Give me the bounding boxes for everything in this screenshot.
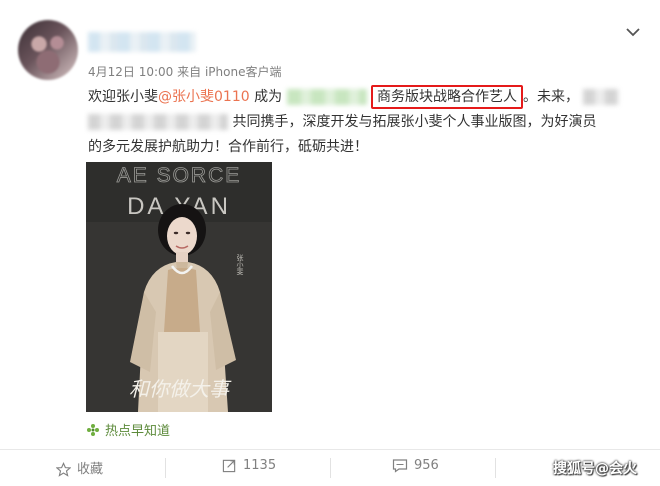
post-line-1: 欢迎张小斐@张小斐0110 成为 商务版块战略合作艺人 。未来，	[88, 85, 620, 110]
topic-tag[interactable]: 热点早知道	[86, 420, 170, 439]
comment-count: 956	[414, 458, 439, 473]
star-icon	[55, 462, 72, 477]
repost-icon	[222, 459, 236, 473]
post-line-3-text: 的多元发展护航助力！合作前行，砥砺共进！	[88, 139, 368, 155]
post-source: 来自 iPhone客户端	[177, 65, 282, 79]
repost-count: 1135	[243, 458, 277, 473]
poster-headline-top: AE SORCE	[117, 164, 242, 187]
action-separator	[165, 458, 166, 478]
favorite-label: 收藏	[77, 462, 104, 477]
topic-label[interactable]: 热点早知道	[105, 424, 170, 439]
post-photo[interactable]: AE SORCE DA YAN 张小斐 和你做大事	[86, 162, 272, 412]
action-bar-divider	[0, 449, 660, 450]
repost-button[interactable]: 1135	[222, 458, 276, 478]
favorite-button[interactable]: 收藏	[55, 458, 104, 478]
poster-image: AE SORCE DA YAN 张小斐 和你做大事	[86, 162, 272, 412]
post-meta: 4月12日 10:00 来自 iPhone客户端	[88, 63, 281, 80]
post-become-text: 成为	[249, 89, 283, 105]
poster-script-text: 和你做大事	[129, 377, 232, 401]
topic-icon	[87, 424, 99, 436]
post-line-2: 共同携手，深度开发与拓展张小斐个人事业版图，为好演员	[88, 110, 596, 135]
highlighted-text: 商务版块战略合作艺人	[371, 85, 523, 109]
mention-link[interactable]: @张小斐0110	[158, 89, 250, 105]
post-line-3: 的多元发展护航助力！合作前行，砥砺共进！	[88, 135, 368, 160]
action-separator	[495, 458, 496, 478]
avatar[interactable]	[18, 20, 78, 80]
action-separator	[330, 458, 331, 478]
redacted-text	[88, 114, 228, 130]
post-welcome-text: 欢迎张小斐	[88, 89, 158, 105]
post-timestamp[interactable]: 4月12日 10:00	[88, 65, 173, 79]
redacted-text	[286, 89, 367, 105]
poster-vertical-name: 张小斐	[236, 253, 244, 276]
watermark-text: 搜狐号@会火	[553, 461, 637, 477]
redacted-text	[583, 89, 620, 105]
post-line-2-text: 共同携手，深度开发与拓展张小斐个人事业版图，为好演员	[232, 114, 597, 130]
username-redacted[interactable]	[88, 32, 196, 52]
comment-icon	[392, 459, 408, 473]
comment-button[interactable]: 956	[392, 458, 439, 478]
chevron-down-icon[interactable]	[625, 24, 641, 40]
post-after-text: 。未来，	[523, 89, 579, 105]
